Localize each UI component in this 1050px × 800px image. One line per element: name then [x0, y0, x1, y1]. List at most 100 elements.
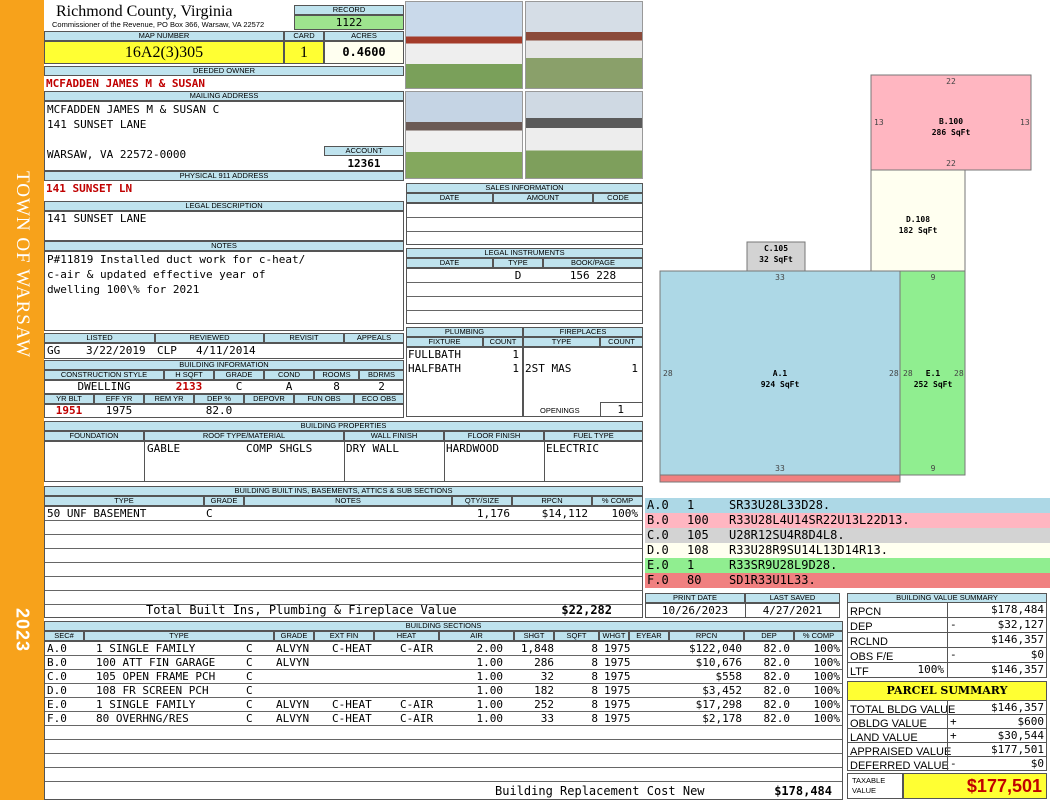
wall-finish: DRY WALL [346, 442, 399, 455]
house-photo-4[interactable] [525, 91, 643, 179]
house-photo-2[interactable] [525, 1, 643, 89]
legend-row-b[interactable]: B.0 100 R33U28L4U14SR22U13L22D13. [645, 513, 1050, 528]
bi-qty-label: QTY/SIZE [452, 496, 512, 506]
sidebar: TOWN OF WARSAW 2023 [0, 0, 44, 800]
dim-a-right: 28 [889, 369, 899, 378]
yr-blt: 1951 [55, 404, 83, 417]
fp-count: 1 [631, 362, 638, 375]
record-number: 1122 [294, 15, 404, 30]
parcel-summary-title: PARCEL SUMMARY [847, 681, 1047, 701]
funobs-label: FUN OBS [294, 394, 354, 404]
bi-comp: 100% [611, 507, 639, 520]
section-row-e[interactable]: E.0 1 SINGLE FAMILY C ALVYN C-HEAT C-AIR 1.00 2… [44, 698, 843, 712]
fixture-label: FIXTURE [406, 337, 483, 347]
bi-type: 50 UNF BASEMENT [47, 507, 147, 520]
h-sqft-label: H SQFT [164, 370, 214, 380]
listed-date: 3/22/2019 [86, 344, 146, 357]
sections-header-row: SEC# TYPE GRADE EXT FIN HEAT AIR SHGT SQ… [44, 631, 843, 641]
acres-label: ACRES [324, 31, 404, 41]
map-number: 16A2(3)305 [44, 41, 284, 64]
building-sections-title: BUILDING SECTIONS [44, 621, 843, 631]
h-sqft: 2133 [175, 380, 203, 393]
builtins-total-label: Total Built Ins, Plumbing & Fireplace Va… [146, 603, 457, 617]
fixture-2: HALFBATH [408, 362, 461, 375]
sketch-label-a: A.1 [773, 369, 788, 378]
bi-rpcn: $14,112 [541, 507, 588, 520]
grade-label: GRADE [214, 370, 264, 380]
mailing-line-3: WARSAW, VA 22572-0000 [47, 148, 187, 161]
legend-row-c[interactable]: C.0 105 U28R12SU4R8D4L8. [645, 528, 1050, 543]
bi-notes-label: NOTES [244, 496, 452, 506]
sketch-label-c: C.105 [764, 244, 788, 253]
house-photo-1[interactable] [405, 1, 523, 89]
county-title: Richmond County, Virginia [56, 3, 233, 20]
wall-label: WALL FINISH [344, 431, 444, 441]
sketch-area-c: 32 SqFt [759, 255, 793, 264]
foundation-label: FOUNDATION [44, 431, 144, 441]
construction-style-label: CONSTRUCTION STYLE [44, 370, 164, 380]
section-row-b[interactable]: B.0 100 ATT FIN GARAGE C ALVYN 1.00 286 8 1975 $… [44, 656, 843, 670]
sketch-section-f[interactable] [659, 474, 901, 483]
last-saved-date: 4/27/2021 [762, 604, 823, 617]
dep-pct: 82.0 [205, 404, 233, 417]
bdrms: 2 [378, 380, 385, 393]
sections-rows: A.0 1 SINGLE FAMILY C ALVYN C-HEAT C-AIR 2.00 1… [44, 642, 843, 726]
floor-finish: HARDWOOD [446, 442, 499, 455]
mailing-address-label: MAILING ADDRESS [44, 91, 404, 101]
reviewed-label: REVIEWED [155, 333, 264, 343]
openings: 1 [617, 403, 624, 416]
builtins-total: $22,282 [561, 603, 612, 617]
taxable-value: $177,501 [903, 773, 1047, 799]
building-info-title: BUILDING INFORMATION [44, 360, 404, 370]
fireplaces-title: FIREPLACES [523, 327, 643, 337]
legend-row-f[interactable]: F.0 80 SD1R33U1L33. [645, 573, 1050, 588]
legend-row-a[interactable]: A.0 1 SR33U28L33D28. [645, 498, 1050, 513]
cond: A [285, 380, 293, 393]
li-type: D [514, 269, 522, 282]
yr-blt-label: YR BLT [44, 394, 94, 404]
parcel-summary-table: TOTAL BLDG VALUE $146,357 OBLDG VALUE + $60… [847, 701, 1047, 772]
record-label: RECORD [294, 5, 404, 15]
appeals-label: APPEALS [344, 333, 404, 343]
li-date-label: DATE [406, 258, 493, 268]
construction-style: DWELLING [77, 380, 131, 393]
map-number-label: MAP NUMBER [44, 31, 284, 41]
ecoobs-label: ECO OBS [354, 394, 404, 404]
section-row-f[interactable]: F.0 80 OVERHNG/RES C ALVYN C-HEAT C-AIR 1.00 33… [44, 712, 843, 726]
taxable-label-2: VALUE [852, 786, 877, 795]
listed-by: GG [47, 344, 61, 357]
bi-comp-label: % COMP [592, 496, 643, 506]
rem-yr-label: REM YR [144, 394, 194, 404]
acres-value: 0.4600 [324, 41, 404, 64]
house-photo-3[interactable] [405, 91, 523, 179]
legal-instruments-title: LEGAL INSTRUMENTS [406, 248, 643, 258]
physical-address-label: PHYSICAL 911 ADDRESS [44, 171, 404, 181]
roof-label: ROOF TYPE/MATERIAL [144, 431, 344, 441]
reviewed-date: 4/11/2014 [196, 344, 256, 357]
section-row-d[interactable]: D.0 108 FR SCREEN PCH C 1.00 182 8 1975 $3,452 8… [44, 684, 843, 698]
sketch-label-b: B.100 [939, 117, 963, 126]
dim-a-bottom: 33 [775, 464, 785, 473]
rooms-label: ROOMS [314, 370, 359, 380]
dim-b-top: 22 [946, 77, 956, 86]
legend-row-e[interactable]: E.0 1 R33SR9U28L9D28. [645, 558, 1050, 573]
notes-line-3: dwelling 100\% for 2021 [47, 283, 200, 296]
fixture-2-count: 1 [512, 362, 519, 375]
section-row-a[interactable]: A.0 1 SINGLE FAMILY C ALVYN C-HEAT C-AIR 2.00 1… [44, 642, 843, 656]
builtins-title: BUILDING BUILT INS, BASEMENTS, ATTICS & … [44, 486, 643, 496]
grade: C [235, 380, 243, 393]
building-sketch[interactable]: B.100 286 SqFt D.108 182 SqFt C.105 32 S… [645, 0, 1050, 498]
card-label: CARD [284, 31, 324, 41]
legend-row-d[interactable]: D.0 108 R33U28R9SU14L13D14R13. [645, 543, 1050, 558]
sales-table [406, 203, 643, 245]
fuel-label: FUEL TYPE [544, 431, 643, 441]
sketch-area-b: 286 SqFt [932, 128, 971, 137]
eff-yr: 1975 [105, 404, 133, 417]
openings-label: OPENINGS [540, 406, 580, 415]
section-row-c[interactable]: C.0 105 OPEN FRAME PCH C 1.00 32 8 1975 $558 82.… [44, 670, 843, 684]
sketch-area-a: 924 SqFt [761, 380, 800, 389]
dim-e-bottom: 9 [931, 464, 936, 473]
notes-label: NOTES [44, 241, 404, 251]
commissioner-address: Commissioner of the Revenue, PO Box 366,… [52, 20, 265, 29]
bi-type-label: TYPE [44, 496, 204, 506]
